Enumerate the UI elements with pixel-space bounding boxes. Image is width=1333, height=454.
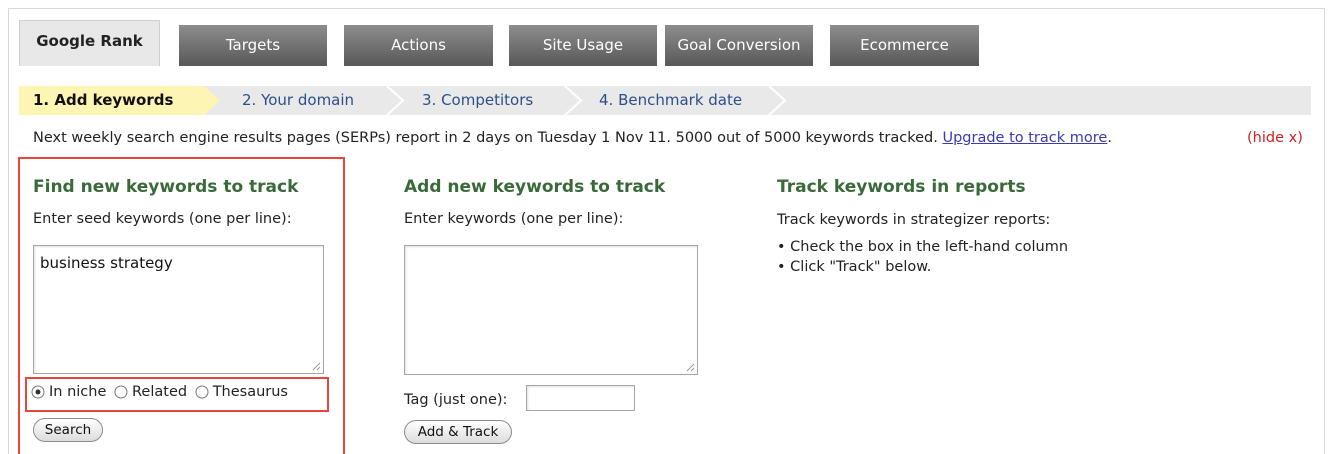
resize-grip-icon[interactable] xyxy=(685,362,695,372)
resize-grip-icon[interactable] xyxy=(311,361,321,371)
chevron-right-icon xyxy=(564,86,583,115)
step-competitors[interactable]: 3. Competitors xyxy=(422,86,533,115)
tag-input[interactable] xyxy=(526,385,635,411)
tab-actions[interactable]: Actions xyxy=(344,25,493,66)
notice-trailing: . xyxy=(1107,130,1112,146)
radio-unselected-icon[interactable] xyxy=(195,385,209,399)
radio-in-niche-label: In niche xyxy=(49,384,107,400)
radio-related[interactable]: Related xyxy=(114,384,187,400)
track-intro: Track keywords in strategizer reports: xyxy=(777,212,1051,228)
chevron-right-icon xyxy=(204,86,220,115)
enter-keywords-label: Enter keywords (one per line): xyxy=(404,211,624,227)
wizard-steps: 1. Add keywords 2. Your domain 3. Compet… xyxy=(19,86,1311,115)
radio-thesaurus-label: Thesaurus xyxy=(212,384,288,400)
tab-targets[interactable]: Targets xyxy=(179,25,327,66)
search-type-options: In niche Related Thesaurus xyxy=(31,384,291,412)
step-add-keywords[interactable]: 1. Add keywords xyxy=(33,86,173,115)
seed-keywords-value: business strategy xyxy=(40,254,173,272)
add-keywords-title: Add new keywords to track xyxy=(404,177,666,197)
radio-unselected-icon[interactable] xyxy=(114,385,128,399)
hide-notice-link[interactable]: (hide x) xyxy=(1247,130,1303,146)
radio-in-niche[interactable]: In niche xyxy=(31,384,106,400)
add-keywords-textarea[interactable] xyxy=(404,245,698,375)
list-item: • Click "Track" below. xyxy=(777,259,932,275)
seed-keywords-label: Enter seed keywords (one per line): xyxy=(33,211,292,227)
chevron-right-icon xyxy=(386,86,405,115)
radio-selected-icon[interactable] xyxy=(31,385,45,399)
list-item: • Check the box in the left-hand column xyxy=(777,239,1069,255)
search-button[interactable]: Search xyxy=(33,418,103,442)
tab-goal-conversion[interactable]: Goal Conversion xyxy=(665,25,813,66)
add-track-button[interactable]: Add & Track xyxy=(404,420,512,444)
report-notice: Next weekly search engine results pages … xyxy=(33,130,1112,146)
track-keywords-title: Track keywords in reports xyxy=(777,177,1026,197)
find-keywords-title: Find new keywords to track xyxy=(33,177,299,197)
step-your-domain[interactable]: 2. Your domain xyxy=(242,86,354,115)
tab-google-rank[interactable]: Google Rank xyxy=(19,20,160,66)
tab-site-usage[interactable]: Site Usage xyxy=(509,25,657,66)
tab-ecommerce[interactable]: Ecommerce xyxy=(830,25,979,66)
chevron-right-icon xyxy=(768,86,787,115)
track-instructions: • Check the box in the left-hand column … xyxy=(777,237,1068,277)
notice-text: Next weekly search engine results pages … xyxy=(33,130,938,146)
seed-keywords-textarea[interactable]: business strategy xyxy=(33,245,324,374)
radio-thesaurus[interactable]: Thesaurus xyxy=(195,384,288,400)
upgrade-link[interactable]: Upgrade to track more xyxy=(942,130,1107,146)
step-benchmark-date[interactable]: 4. Benchmark date xyxy=(599,86,742,115)
tag-label: Tag (just one): xyxy=(404,392,508,408)
radio-related-label: Related xyxy=(132,384,188,400)
